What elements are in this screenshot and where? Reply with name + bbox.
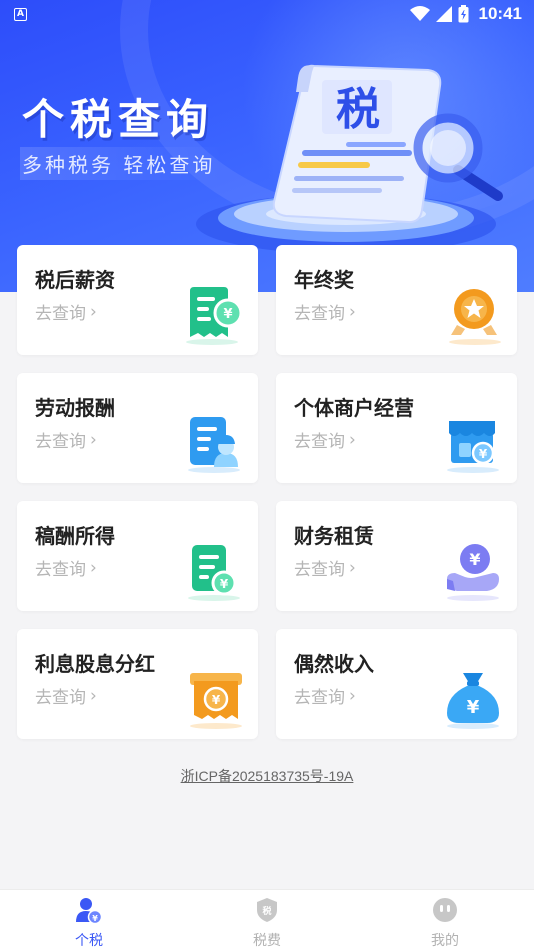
card-title: 稿酬所得 xyxy=(35,524,115,548)
tax-document-illustration: 税 xyxy=(196,64,503,252)
chevron-right-icon: › xyxy=(349,429,356,450)
card-title: 年终奖 xyxy=(294,268,354,292)
query-link[interactable]: 去查询 › xyxy=(35,299,97,325)
bottom-navigation: ¥ 个税 税 税费 我的 xyxy=(0,889,534,950)
chevron-right-icon: › xyxy=(349,557,356,578)
svg-text:¥: ¥ xyxy=(469,550,480,569)
query-link[interactable]: 去查询 › xyxy=(294,555,356,581)
shield-tax-icon: 税 xyxy=(257,898,277,922)
shop-icon: ¥ xyxy=(447,421,499,473)
medal-icon xyxy=(449,289,501,345)
coin-hand-icon: ¥ xyxy=(447,544,499,601)
hero-subtitle: 多种税务 轻松查询 xyxy=(20,147,224,180)
nav-tab-tax-fees[interactable]: 税 税费 xyxy=(178,890,356,950)
query-link[interactable]: 去查询 › xyxy=(35,683,97,709)
face-icon xyxy=(433,898,457,922)
card-title: 税后薪资 xyxy=(35,268,115,292)
card-interest-dividend[interactable]: 利息股息分红 去查询 › ¥ xyxy=(17,629,258,739)
query-link[interactable]: 去查询 › xyxy=(35,555,97,581)
nav-label: 税费 xyxy=(253,933,281,949)
card-manuscript-income[interactable]: 稿酬所得 去查询 › ¥ xyxy=(17,501,258,611)
doc-character: 税 xyxy=(336,84,380,135)
salary-receipt-icon: ¥ xyxy=(186,287,243,345)
status-bar: A 10:41 xyxy=(0,0,534,28)
battery-icon xyxy=(458,5,469,23)
chevron-right-icon: › xyxy=(90,301,97,322)
svg-text:¥: ¥ xyxy=(212,693,221,707)
chevron-right-icon: › xyxy=(90,429,97,450)
nav-label: 我的 xyxy=(431,933,459,949)
nav-label: 个税 xyxy=(75,933,103,949)
query-link[interactable]: 去查询 › xyxy=(294,427,356,453)
query-link[interactable]: 去查询 › xyxy=(294,299,356,325)
tax-category-grid: 税后薪资 去查询 › ¥ 年终奖 去查询 › 劳动报酬 去查询 › 个体商户经营… xyxy=(17,245,517,739)
card-labor-remuneration[interactable]: 劳动报酬 去查询 › xyxy=(17,373,258,483)
query-link[interactable]: 去查询 › xyxy=(294,683,356,709)
svg-text:¥: ¥ xyxy=(223,307,232,322)
chevron-right-icon: › xyxy=(349,301,356,322)
card-incidental-income[interactable]: 偶然收入 去查询 › ¥ xyxy=(276,629,517,739)
card-individual-business[interactable]: 个体商户经营 去查询 › ¥ xyxy=(276,373,517,483)
chevron-right-icon: › xyxy=(90,557,97,578)
query-link[interactable]: 去查询 › xyxy=(35,427,97,453)
money-bag-icon: ¥ xyxy=(447,673,499,729)
dividend-ticket-icon: ¥ xyxy=(190,673,242,729)
card-title: 财务租赁 xyxy=(294,524,374,548)
manuscript-icon: ¥ xyxy=(188,545,240,601)
card-financial-leasing[interactable]: 财务租赁 去查询 › ¥ xyxy=(276,501,517,611)
card-title: 劳动报酬 xyxy=(35,396,115,420)
clock: 10:41 xyxy=(478,4,522,23)
card-title: 个体商户经营 xyxy=(294,396,414,420)
card-title: 利息股息分红 xyxy=(35,652,155,676)
nav-tab-mine[interactable]: 我的 xyxy=(356,890,534,950)
card-title: 偶然收入 xyxy=(294,652,374,676)
card-year-end-bonus[interactable]: 年终奖 去查询 › xyxy=(276,245,517,355)
signal-icon xyxy=(435,6,452,22)
worker-doc-icon xyxy=(188,417,240,473)
card-after-tax-salary[interactable]: 税后薪资 去查询 › ¥ xyxy=(17,245,258,355)
svg-text:¥: ¥ xyxy=(92,914,98,923)
nav-tab-personal-tax[interactable]: ¥ 个税 xyxy=(0,890,178,950)
svg-text:¥: ¥ xyxy=(479,447,488,461)
svg-text:¥: ¥ xyxy=(467,697,480,718)
app-notification-icon: A xyxy=(14,7,27,21)
chevron-right-icon: › xyxy=(349,685,356,706)
hero-title: 个税查询 xyxy=(22,95,215,144)
icp-license-link[interactable]: 浙ICP备2025183735号-19A xyxy=(0,766,534,786)
person-tax-icon: ¥ xyxy=(76,898,103,924)
svg-text:税: 税 xyxy=(262,905,271,917)
chevron-right-icon: › xyxy=(90,685,97,706)
wifi-icon xyxy=(409,6,430,21)
svg-text:¥: ¥ xyxy=(220,577,229,591)
